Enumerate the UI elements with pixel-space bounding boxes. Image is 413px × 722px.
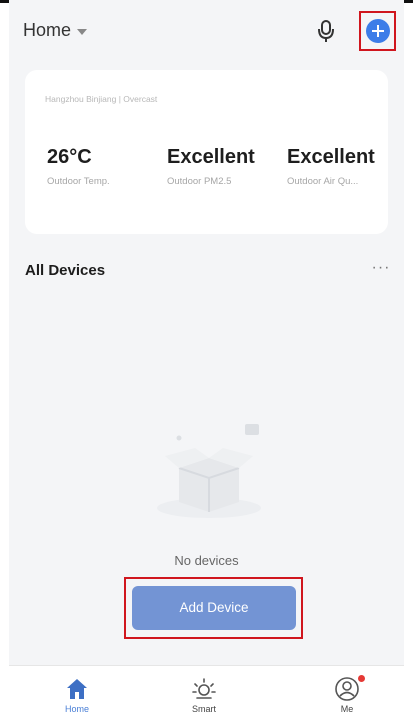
tab-label: Smart [191, 704, 216, 714]
stat-label: Outdoor Temp. [47, 176, 110, 187]
empty-box-icon [157, 424, 261, 518]
weather-card: Hangzhou Binjiang | Overcast 26°C Outdoo… [25, 70, 388, 234]
outdoor-pm25: Excellent Outdoor PM2.5 [167, 146, 255, 187]
notification-badge [358, 675, 365, 682]
location-weather: Hangzhou Binjiang | Overcast [45, 94, 158, 104]
empty-state-text: No devices [174, 553, 239, 568]
stat-value: Excellent [287, 146, 375, 168]
outdoor-temp: 26°C Outdoor Temp. [47, 146, 110, 187]
stat-value: 26°C [47, 146, 92, 168]
home-label: Home [23, 20, 72, 40]
profile-icon [335, 677, 359, 701]
tab-home[interactable]: Home [42, 666, 112, 722]
chevron-down-icon [77, 28, 88, 35]
sun-icon [192, 678, 216, 699]
outdoor-air-quality: Excellent Outdoor Air Qu... [287, 146, 375, 187]
stat-value: Excellent [167, 146, 255, 168]
bottom-nav: Home Smart Me [9, 665, 404, 722]
add-device-button[interactable]: Add Device [132, 586, 296, 630]
stat-label: Outdoor Air Qu... [287, 176, 359, 187]
app-screen: Home Hangzhou Binjiang | Overcast 26°C O… [9, 0, 404, 722]
microphone-icon[interactable] [312, 16, 340, 46]
home-icon [67, 679, 87, 699]
plus-icon[interactable] [366, 19, 390, 43]
tab-me[interactable]: Me [312, 666, 382, 722]
all-devices-title: All Devices [25, 262, 106, 279]
more-options-icon[interactable]: ··· [367, 258, 395, 278]
tab-label: Me [340, 704, 354, 714]
tab-label: Home [64, 704, 89, 714]
stat-label: Outdoor PM2.5 [167, 176, 232, 187]
home-selector[interactable]: Home [23, 20, 88, 41]
top-bar: Home [9, 10, 404, 54]
tab-smart[interactable]: Smart [169, 666, 239, 722]
